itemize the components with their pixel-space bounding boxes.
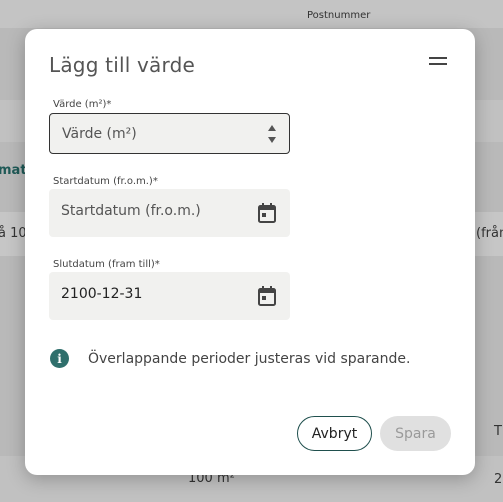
info-text: Överlappande perioder justeras vid spara… [88, 350, 411, 367]
bg-cell: å 10 [0, 226, 27, 241]
calendar-icon[interactable] [258, 286, 276, 306]
end-date-field[interactable]: 2100-12-31 [49, 272, 290, 320]
menu-icon[interactable] [429, 57, 447, 65]
dialog-title: Lägg till värde [49, 53, 195, 77]
value-input-placeholder: Värde (m²) [62, 126, 137, 142]
bg-cell: T [494, 424, 502, 439]
bg-postnummer-label: Postnummer [307, 10, 371, 21]
cancel-button[interactable]: Avbryt [297, 416, 372, 451]
value-input[interactable]: Värde (m²) [49, 113, 290, 154]
stepper-icon[interactable] [267, 123, 277, 145]
start-date-placeholder: Startdatum (fr.o.m.) [61, 203, 201, 219]
end-date-label: Slutdatum (fram till)* [53, 259, 160, 270]
bg-header-band [0, 0, 503, 28]
bg-cell: 2 [494, 472, 503, 487]
end-date-value: 2100-12-31 [61, 286, 143, 302]
save-button[interactable]: Spara [380, 416, 451, 451]
info-message: i Överlappande perioder justeras vid spa… [50, 349, 410, 368]
add-value-dialog: Lägg till värde Värde (m²)* Värde (m²) S… [25, 29, 475, 475]
start-date-label: Startdatum (fr.o.m.)* [53, 176, 158, 187]
start-date-field[interactable]: Startdatum (fr.o.m.) [49, 189, 290, 237]
calendar-icon[interactable] [258, 203, 276, 223]
value-field-label: Värde (m²)* [53, 99, 112, 110]
bg-cell: (från [476, 226, 503, 241]
info-icon: i [50, 349, 69, 368]
